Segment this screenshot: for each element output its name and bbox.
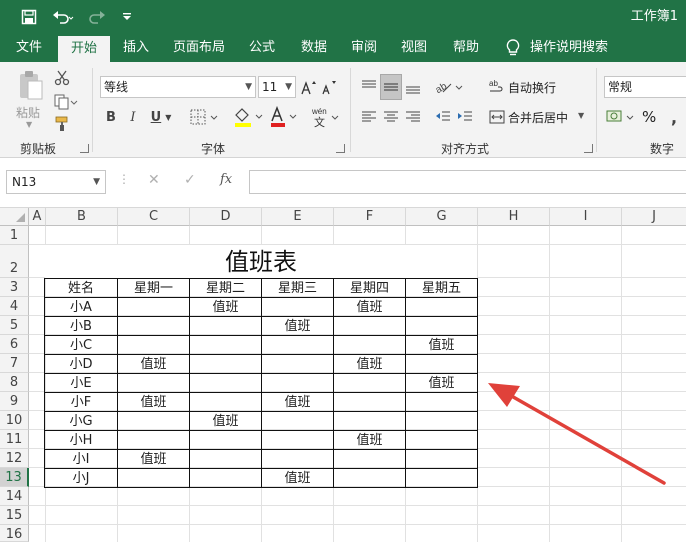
increase-font-size-icon[interactable] — [300, 76, 318, 98]
font-size-value: 11 — [262, 80, 278, 94]
title-bar: 工作簿1 — [0, 0, 686, 34]
svg-text:wén: wén — [311, 107, 327, 116]
number-group-label: 数字 — [649, 142, 674, 156]
font-name-value: 等线 — [104, 80, 129, 94]
copy-icon[interactable] — [52, 92, 80, 112]
increase-indent-icon[interactable] — [454, 106, 476, 128]
font-group-label: 字体 — [200, 142, 225, 156]
italic-icon[interactable]: I — [124, 106, 142, 128]
chevron-down-icon: ▼ — [93, 177, 100, 187]
comma-style-icon[interactable]: , — [664, 106, 684, 128]
middle-align-icon[interactable] — [380, 74, 402, 100]
chevron-down-icon: ▼ — [245, 82, 252, 92]
tab-data[interactable]: 数据 — [292, 34, 336, 62]
decrease-indent-icon[interactable] — [432, 106, 454, 128]
tab-review[interactable]: 审阅 — [342, 34, 386, 62]
accounting-format-icon[interactable] — [604, 106, 638, 128]
chevron-down-icon: ▼ — [285, 82, 292, 92]
svg-text:ab: ab — [489, 79, 498, 88]
alignment-group-label: 对齐方式 — [440, 142, 489, 156]
wrap-text-label[interactable]: 自动换行 — [508, 79, 556, 96]
alignment-launcher-icon[interactable] — [584, 144, 593, 153]
tab-page-layout[interactable]: 页面布局 — [166, 34, 232, 62]
clipboard-group-label: 剪贴板 — [19, 142, 56, 156]
font-color-icon[interactable] — [268, 104, 300, 130]
name-box[interactable]: N13 ▼ — [6, 170, 106, 194]
align-right-icon[interactable] — [402, 106, 424, 128]
document-title: 工作簿1 — [630, 9, 678, 24]
merge-center-icon[interactable] — [488, 106, 506, 128]
enter-icon[interactable]: ✓ — [184, 172, 196, 192]
ribbon-tabs: 文件 开始 插入 页面布局 公式 数据 审阅 视图 帮助 操作说明搜索 — [0, 34, 686, 62]
paste-dropdown-icon[interactable]: ▼ — [26, 120, 32, 129]
align-left-icon[interactable] — [358, 106, 380, 128]
group-divider — [92, 68, 93, 152]
group-divider — [350, 68, 351, 152]
svg-text:文: 文 — [314, 115, 325, 129]
align-center-icon[interactable] — [380, 106, 402, 128]
customize-qat-icon[interactable] — [118, 0, 136, 34]
ribbon: 粘贴 ▼ 剪贴板 等线 ▼ 11 ▼ B I U ▼ wén 文 字体 ab a… — [0, 62, 686, 158]
tab-view[interactable]: 视图 — [392, 34, 436, 62]
tell-me-search[interactable]: 操作说明搜索 — [528, 34, 610, 62]
tab-insert[interactable]: 插入 — [114, 34, 158, 62]
percent-style-icon[interactable]: % — [642, 108, 656, 126]
worksheet-grid[interactable]: A B C D E F G H I J 1 2 3 4 5 6 7 8 9 10… — [0, 208, 686, 542]
formula-input[interactable] — [249, 170, 686, 194]
orientation-icon[interactable]: ab — [434, 76, 466, 98]
paste-icon[interactable] — [14, 68, 46, 102]
format-painter-icon[interactable] — [52, 114, 72, 134]
formula-bar: N13 ▼ ⋮ ✕ ✓ fx — [0, 158, 686, 208]
merge-center-label[interactable]: 合并后居中 — [508, 109, 568, 126]
group-divider — [596, 68, 597, 152]
font-launcher-icon[interactable] — [336, 144, 345, 153]
redo-icon[interactable] — [84, 0, 114, 34]
clipboard-launcher-icon[interactable] — [80, 144, 89, 153]
cancel-icon[interactable]: ✕ — [148, 172, 160, 192]
underline-icon[interactable]: U ▼ — [146, 106, 176, 128]
fill-color-icon[interactable] — [232, 104, 266, 130]
number-format-select[interactable]: 常规 — [604, 76, 686, 98]
font-name-select[interactable]: 等线 ▼ — [100, 76, 256, 98]
chevron-down-icon[interactable]: ▼ — [578, 111, 584, 120]
bottom-align-icon[interactable] — [402, 76, 424, 98]
formula-bar-grip-icon: ⋮ — [118, 172, 130, 186]
paste-label[interactable]: 粘贴 — [16, 104, 40, 121]
phonetic-guide-icon[interactable]: wén 文 — [310, 104, 342, 130]
tab-file[interactable]: 文件 — [6, 34, 52, 62]
tab-help[interactable]: 帮助 — [444, 34, 488, 62]
borders-icon[interactable] — [188, 106, 222, 128]
name-box-value: N13 — [12, 175, 37, 189]
annotation-arrow — [488, 383, 666, 485]
bold-icon[interactable]: B — [102, 106, 120, 128]
font-size-select[interactable]: 11 ▼ — [258, 76, 296, 98]
undo-icon[interactable] — [48, 0, 78, 34]
save-icon[interactable] — [16, 0, 42, 34]
number-format-value: 常规 — [608, 80, 633, 94]
top-align-icon[interactable] — [358, 76, 380, 98]
lightbulb-icon[interactable] — [506, 39, 522, 57]
decrease-font-size-icon[interactable] — [320, 76, 338, 98]
wrap-text-icon[interactable]: ab — [488, 76, 506, 98]
cut-icon[interactable] — [52, 68, 72, 88]
insert-function-icon[interactable]: fx — [220, 172, 232, 192]
tab-home[interactable]: 开始 — [58, 36, 110, 62]
tab-formulas[interactable]: 公式 — [240, 34, 284, 62]
